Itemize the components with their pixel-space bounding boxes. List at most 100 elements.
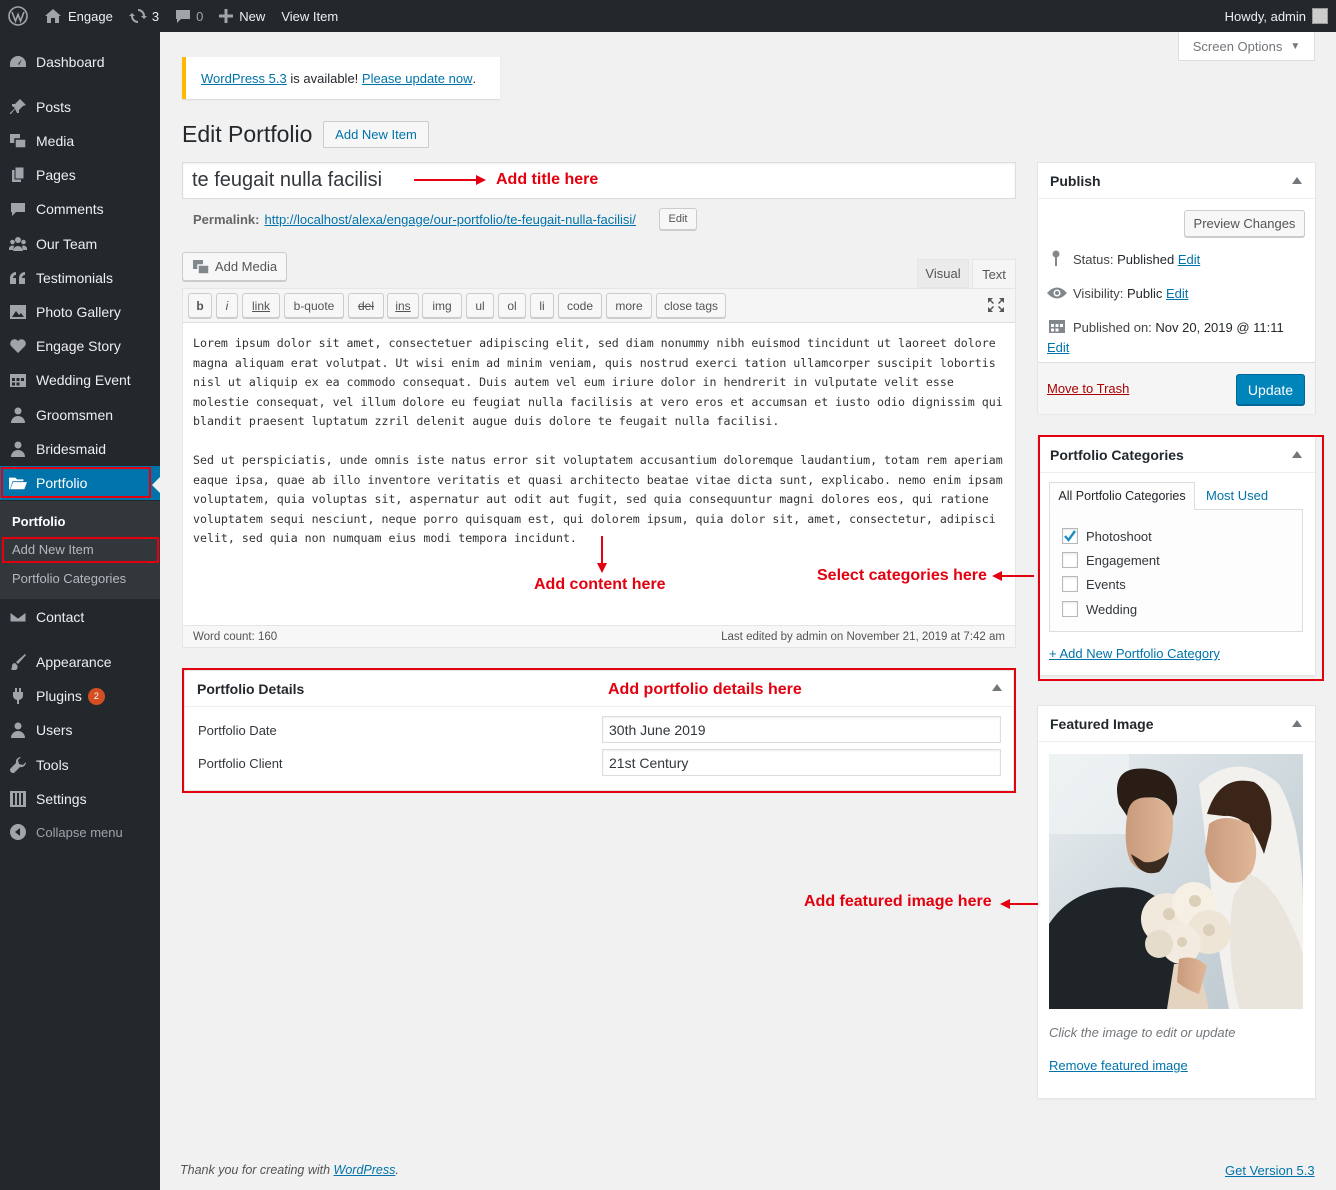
qt-code-button[interactable]: code [558,293,602,318]
qt-link-button[interactable]: link [242,293,280,318]
collapse-menu-button[interactable]: Collapse menu [0,815,160,849]
menu-pages[interactable]: Pages [0,158,160,192]
caret-down-icon: ▼ [1290,40,1301,52]
media-icon [9,133,27,149]
annotation-featured: Add featured image here [804,893,992,910]
status-row: Status: Published Edit [1073,252,1201,267]
permalink-label: Permalink: [193,212,260,227]
qt-bquote-button[interactable]: b-quote [284,293,344,318]
post-title-input[interactable]: te feugait nulla facilisi [182,162,1016,199]
annotation-arrow-left [992,571,1034,581]
qt-ol-button[interactable]: ol [498,293,526,318]
submenu-portfolio[interactable]: Portfolio [12,514,65,529]
menu-our-team[interactable]: Our Team [0,227,160,261]
content-paragraph-2: Sed ut perspiciatis, unde omnis iste nat… [193,453,1003,545]
menu-users[interactable]: Users [0,713,160,747]
screen-options-button[interactable]: Screen Options ▼ [1178,32,1315,61]
move-to-trash-link[interactable]: Move to Trash [1047,381,1129,396]
last-edited: Last edited by admin on November 21, 201… [721,630,1005,643]
mail-icon [9,609,27,625]
menu-dashboard[interactable]: Dashboard [0,45,160,79]
pages-icon [9,167,27,183]
wp-version-link[interactable]: WordPress 5.3 [201,71,287,86]
visibility-value: Public [1126,286,1163,301]
user-icon [9,407,27,423]
wp-logo-icon[interactable] [0,0,36,32]
permalink-row: Permalink: http://localhost/alexa/engage… [193,212,636,227]
collapse-icon [9,824,27,840]
menu-appearance[interactable]: Appearance [0,645,160,679]
pin-icon [9,99,27,115]
site-name-link[interactable]: Engage [36,0,121,32]
word-count: Word count: 160 [193,630,278,643]
preview-changes-button[interactable]: Preview Changes [1184,210,1305,237]
menu-engage-story[interactable]: Engage Story [0,329,160,363]
tab-all-portfolio-categories[interactable]: All Portfolio Categories [1049,482,1195,510]
add-new-item-button[interactable]: Add New Item [323,121,429,148]
refresh-icon [128,9,147,23]
status-edit-link[interactable]: Edit [1178,252,1200,267]
menu-testimonials[interactable]: Testimonials [0,261,160,295]
submenu-portfolio-categories[interactable]: Portfolio Categories [12,571,126,586]
fullscreen-icon[interactable] [987,297,1005,313]
menu-bridesmaid[interactable]: Bridesmaid [0,432,160,466]
visibility-edit-link[interactable]: Edit [1166,286,1188,301]
qt-ins-button[interactable]: ins [387,293,419,318]
menu-contact[interactable]: Contact [0,600,160,634]
content-paragraph-1: Lorem ipsum dolor sit amet, consectetuer… [193,336,1003,428]
menu-comments[interactable]: Comments [0,192,160,226]
qt-del-button[interactable]: del [348,293,384,318]
admin-sidebar: Dashboard Posts Media Pages Comments Our… [0,32,160,1190]
account-menu[interactable]: Howdy, admin [1225,8,1336,24]
avatar [1312,8,1328,24]
menu-media[interactable]: Media [0,124,160,158]
menu-posts[interactable]: Posts [0,90,160,124]
published-on-edit-link[interactable]: Edit [1047,340,1069,355]
published-on-row: Published on: Nov 20, 2019 @ 11:11 [1073,320,1284,335]
qt-li-button[interactable]: li [530,293,554,318]
updates-count: 3 [151,8,160,24]
qt-more-button[interactable]: more [606,293,652,318]
menu-groomsmen[interactable]: Groomsmen [0,398,160,432]
menu-photo-gallery[interactable]: Photo Gallery [0,295,160,329]
remove-featured-image-link[interactable]: Remove featured image [1049,1058,1188,1073]
add-media-button[interactable]: Add Media [182,252,287,281]
update-now-link[interactable]: Please update now [362,71,473,86]
menu-wedding-event[interactable]: Wedding Event [0,363,160,397]
update-button[interactable]: Update [1236,374,1305,405]
page-title: Edit Portfolio [182,121,313,147]
menu-plugins[interactable]: Plugins 2 [0,679,160,713]
footer-wordpress-link[interactable]: WordPress [334,1163,396,1177]
menu-tools[interactable]: Tools [0,748,160,782]
publish-header[interactable]: Publish [1038,163,1315,199]
qt-close-tags-button[interactable]: close tags [656,293,726,318]
view-item-link[interactable]: View Item [273,0,346,32]
permalink-url[interactable]: http://localhost/alexa/engage/our-portfo… [264,212,635,227]
menu-settings[interactable]: Settings [0,782,160,816]
editor-textarea[interactable]: Lorem ipsum dolor sit amet, consectetuer… [193,334,1008,549]
tab-text[interactable]: Text [972,259,1016,289]
view-item-label: View Item [281,8,339,24]
qt-ul-button[interactable]: ul [466,293,494,318]
comment-icon [176,10,191,23]
annotation-title: Add title here [496,171,599,188]
editor-status-bar: Word count: 160 Last edited by admin on … [183,625,1015,647]
qt-italic-button[interactable]: i [216,293,238,318]
annotation-arrow-up [597,536,607,573]
qt-img-button[interactable]: img [422,293,462,318]
toggle-arrow-icon[interactable] [1292,177,1302,184]
updates-link[interactable]: 3 [121,0,167,32]
plugins-update-badge: 2 [87,687,105,705]
qt-bold-button[interactable]: b [188,293,212,318]
get-version-link[interactable]: Get Version 5.3 [1225,1163,1315,1178]
home-icon [45,9,61,23]
comments-link[interactable]: 0 [167,0,211,32]
toggle-arrow-icon[interactable] [1292,720,1302,727]
tab-visual[interactable]: Visual [917,259,969,288]
highlight-portfolio-details [182,668,1016,793]
featured-image-thumbnail[interactable] [1049,754,1303,1009]
media-icon [192,259,210,275]
featured-image-header[interactable]: Featured Image [1038,706,1315,742]
new-content-link[interactable]: New [211,0,273,32]
permalink-edit-button[interactable]: Edit [659,208,697,230]
